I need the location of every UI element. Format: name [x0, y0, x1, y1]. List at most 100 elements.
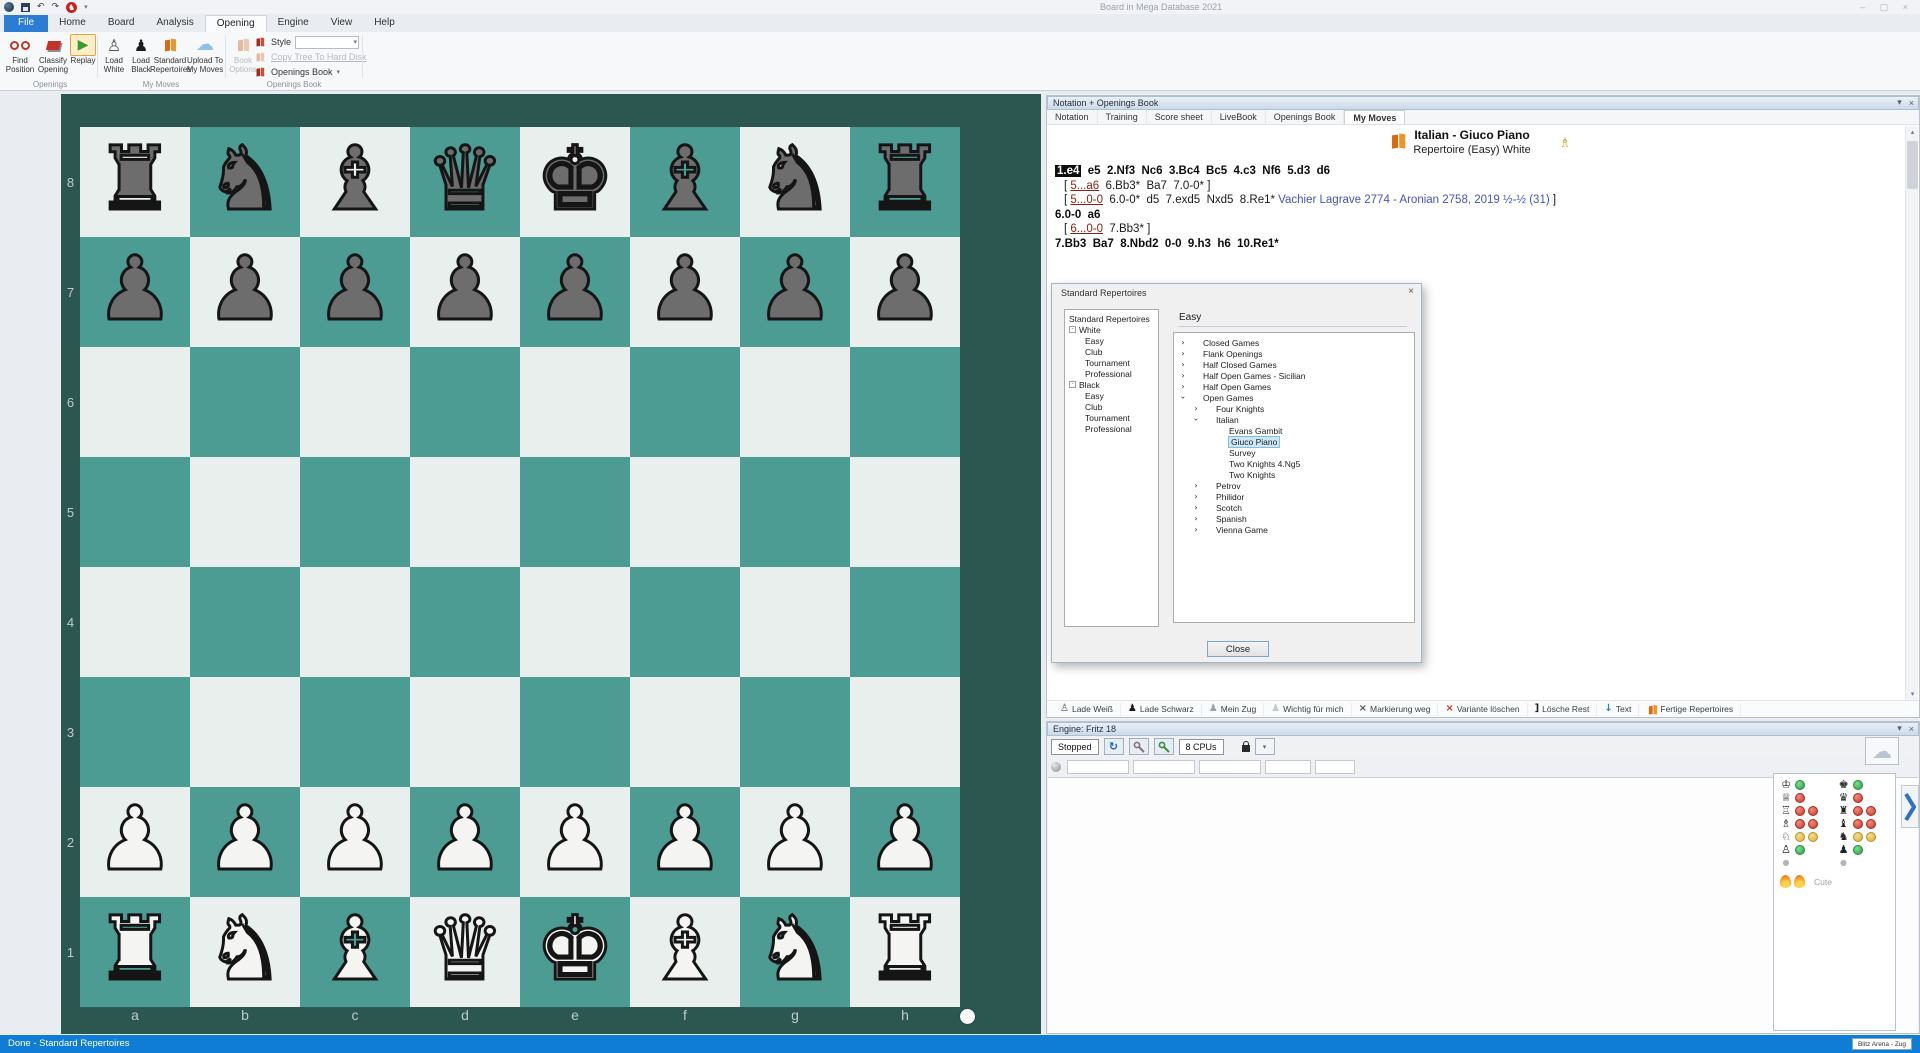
square-f5[interactable] — [630, 457, 740, 567]
square-c8[interactable]: ♝ — [300, 127, 410, 237]
opening-item-half-closed-games[interactable]: ›Half Closed Games — [1174, 359, 1414, 370]
tab-notation[interactable]: Notation — [1047, 110, 1098, 124]
square-b5[interactable] — [190, 457, 300, 567]
category-item-easy[interactable]: Easy — [1065, 390, 1158, 401]
tree-chevron-right-icon[interactable]: › — [1192, 481, 1200, 490]
opening-item-giuco-piano[interactable]: Giuco Piano — [1174, 436, 1414, 447]
square-b6[interactable] — [190, 347, 300, 457]
square-d6[interactable] — [410, 347, 520, 457]
square-c5[interactable] — [300, 457, 410, 567]
find-position-button[interactable]: Find Position — [4, 34, 36, 80]
square-a4[interactable] — [80, 567, 190, 677]
square-e3[interactable] — [520, 677, 630, 787]
dialog-close-button[interactable]: Close — [1207, 641, 1269, 657]
tree-chevron-right-icon[interactable]: › — [1179, 338, 1187, 347]
square-e4[interactable] — [520, 567, 630, 677]
opening-item-four-knights[interactable]: ›Four Knights — [1174, 403, 1414, 414]
opening-item-petrov[interactable]: ›Petrov — [1174, 480, 1414, 491]
pane-collapse-icon[interactable]: ▾ — [1897, 98, 1902, 108]
square-b3[interactable] — [190, 677, 300, 787]
square-d7[interactable]: ♟ — [410, 237, 520, 347]
category-item-club[interactable]: Club — [1065, 346, 1158, 357]
square-e5[interactable] — [520, 457, 630, 567]
category-item-white[interactable]: -White — [1065, 324, 1158, 335]
menu-tab-board[interactable]: Board — [97, 15, 146, 32]
opening-item-closed-games[interactable]: ›Closed Games — [1174, 337, 1414, 348]
square-h7[interactable]: ♟ — [850, 237, 960, 347]
engine-field-2[interactable] — [1133, 760, 1195, 774]
square-b1[interactable]: ♞ — [190, 897, 300, 1007]
app-globe-icon[interactable] — [4, 2, 14, 12]
classify-opening-button[interactable]: Classify Opening — [37, 34, 69, 80]
square-c2[interactable]: ♟ — [300, 787, 410, 897]
tree-chevron-right-icon[interactable]: › — [1192, 525, 1200, 534]
expander-icon[interactable]: - — [1069, 381, 1076, 388]
notation-scrollbar[interactable]: ▴ ▾ — [1905, 126, 1918, 701]
square-c6[interactable] — [300, 347, 410, 457]
square-d2[interactable]: ♟ — [410, 787, 520, 897]
square-d8[interactable]: ♛ — [410, 127, 520, 237]
square-b2[interactable]: ♟ — [190, 787, 300, 897]
category-item-black[interactable]: -Black — [1065, 379, 1158, 390]
engine-close-icon[interactable]: × — [1909, 724, 1914, 734]
square-h8[interactable]: ♜ — [850, 127, 960, 237]
tree-chevron-down-icon[interactable]: › — [1192, 416, 1201, 424]
notation-pane-header[interactable]: Notation + Openings Book ▾× — [1047, 96, 1919, 110]
square-e6[interactable] — [520, 347, 630, 457]
square-e2[interactable]: ♟ — [520, 787, 630, 897]
tree-chevron-right-icon[interactable]: › — [1192, 503, 1200, 512]
square-c7[interactable]: ♟ — [300, 237, 410, 347]
tree-chevron-right-icon[interactable]: › — [1192, 404, 1200, 413]
square-b8[interactable]: ♞ — [190, 127, 300, 237]
window-controls[interactable]: ‒ ▢ × — [1860, 2, 1914, 13]
openings-book-dropdown-icon[interactable]: ▾ — [337, 68, 341, 76]
opening-item-spanish[interactable]: ›Spanish — [1174, 513, 1414, 524]
square-g3[interactable] — [740, 677, 850, 787]
load-white-button[interactable]: ♙ Load White — [101, 34, 127, 80]
footer-action-bracket[interactable]: ]Lösche Rest — [1528, 703, 1598, 716]
menu-tab-home[interactable]: Home — [48, 15, 97, 32]
tree-chevron-right-icon[interactable]: › — [1179, 371, 1187, 380]
engine-analysis-button[interactable] — [1154, 738, 1174, 755]
category-item-standard-repertoires[interactable]: Standard Repertoires — [1065, 313, 1158, 324]
category-item-tournament[interactable]: Tournament — [1065, 357, 1158, 368]
move-line-1[interactable]: 1.e4 e5 2.Nf3 Nc6 3.Bc4 Bc5 4.c3 Nf6 5.d… — [1055, 164, 1895, 179]
scrollbar-thumb[interactable] — [1907, 141, 1918, 189]
move-line-3[interactable]: [ 5...0-0 6.0-0* d5 7.exd5 Nxd5 8.Re1* V… — [1055, 193, 1895, 208]
square-f1[interactable]: ♝ — [630, 897, 740, 1007]
qat-dropdown-icon[interactable]: ▾ — [84, 1, 88, 13]
save-icon[interactable] — [21, 3, 30, 12]
square-a6[interactable] — [80, 347, 190, 457]
expander-icon[interactable]: - — [1069, 326, 1076, 333]
square-h1[interactable]: ♜ — [850, 897, 960, 1007]
tab-openings-book[interactable]: Openings Book — [1266, 110, 1345, 124]
move-line-4[interactable]: 6.0-0 a6 — [1055, 208, 1895, 223]
square-d3[interactable] — [410, 677, 520, 787]
square-b4[interactable] — [190, 567, 300, 677]
square-f6[interactable] — [630, 347, 740, 457]
copy-tree-row[interactable]: Copy Tree To Hard Disk — [253, 50, 366, 64]
redo-icon[interactable]: ↷ — [52, 1, 60, 13]
category-item-tournament[interactable]: Tournament — [1065, 412, 1158, 423]
style-combo-dropdown-icon[interactable]: ▾ — [354, 38, 358, 46]
menu-tab-opening[interactable]: Opening — [205, 15, 267, 32]
square-f3[interactable] — [630, 677, 740, 787]
scroll-up-icon[interactable]: ▴ — [1906, 126, 1919, 139]
engine-field-1[interactable] — [1067, 760, 1129, 774]
footer-action-gray-pawn[interactable]: ♟Mein Zug — [1202, 703, 1264, 716]
move-line-5[interactable]: [ 6...0-0 7.Bb3* ] — [1055, 222, 1895, 237]
game-reference-link[interactable]: Vachier Lagrave 2774 - Aronian 2758, 201… — [1278, 194, 1550, 206]
openings-book-row[interactable]: Openings Book ▾ — [253, 65, 340, 79]
engine-stop-button[interactable]: Stopped — [1051, 739, 1099, 755]
square-h4[interactable] — [850, 567, 960, 677]
opening-item-flank-openings[interactable]: ›Flank Openings — [1174, 348, 1414, 359]
square-c4[interactable] — [300, 567, 410, 677]
square-f8[interactable]: ♝ — [630, 127, 740, 237]
expand-chevron-button[interactable] — [1901, 785, 1919, 828]
opening-item-two-knights[interactable]: Two Knights — [1174, 469, 1414, 480]
category-item-professional[interactable]: Professional — [1065, 423, 1158, 434]
opening-item-half-open-games[interactable]: ›Half Open Games — [1174, 381, 1414, 392]
footer-action-black-pawn[interactable]: ♟Lade Schwarz — [1121, 703, 1202, 716]
opening-item-half-open-games-sicilian[interactable]: ›Half Open Games - Sicilian — [1174, 370, 1414, 381]
footer-action-white-pawn[interactable]: ♙Lade Weiß — [1053, 703, 1121, 716]
